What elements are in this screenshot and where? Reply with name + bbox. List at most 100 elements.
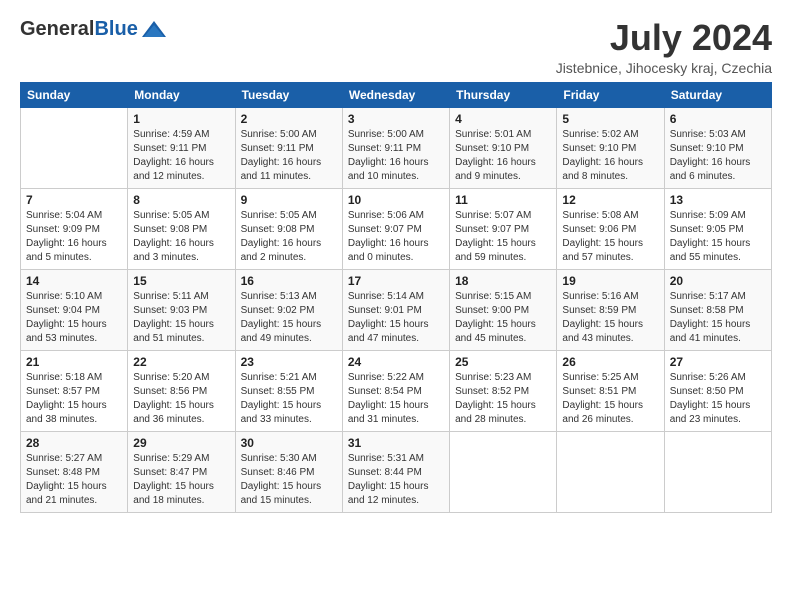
day-info: Sunrise: 5:15 AM Sunset: 9:00 PM Dayligh… [455, 290, 551, 346]
day-info: Sunrise: 5:29 AM Sunset: 8:47 PM Dayligh… [133, 452, 229, 508]
day-info: Sunrise: 5:08 AM Sunset: 9:06 PM Dayligh… [562, 209, 658, 265]
day-number: 21 [26, 355, 122, 369]
calendar-day-header: Sunday [21, 82, 128, 107]
day-info: Sunrise: 5:30 AM Sunset: 8:46 PM Dayligh… [241, 452, 337, 508]
day-info: Sunrise: 5:07 AM Sunset: 9:07 PM Dayligh… [455, 209, 551, 265]
day-number: 22 [133, 355, 229, 369]
day-number: 17 [348, 274, 444, 288]
calendar-cell: 6 Sunrise: 5:03 AM Sunset: 9:10 PM Daylig… [664, 107, 771, 188]
day-info: Sunrise: 5:14 AM Sunset: 9:01 PM Dayligh… [348, 290, 444, 346]
logo: GeneralBlue [20, 18, 168, 41]
day-info: Sunrise: 5:17 AM Sunset: 8:58 PM Dayligh… [670, 290, 766, 346]
calendar-cell: 22Sunrise: 5:20 AM Sunset: 8:56 PM Dayli… [128, 350, 235, 431]
day-info: Sunrise: 5:05 AM Sunset: 9:08 PM Dayligh… [133, 209, 229, 265]
location: Jistebnice, Jihocesky kraj, Czechia [556, 60, 772, 76]
day-number: 24 [348, 355, 444, 369]
title-block: July 2024 Jistebnice, Jihocesky kraj, Cz… [556, 18, 772, 76]
calendar-cell: 4 Sunrise: 5:01 AM Sunset: 9:10 PM Daylig… [450, 107, 557, 188]
day-info: Sunrise: 5:09 AM Sunset: 9:05 PM Dayligh… [670, 209, 766, 265]
day-info: Sunrise: 5:13 AM Sunset: 9:02 PM Dayligh… [241, 290, 337, 346]
calendar-week-row: 28 Sunrise: 5:27 AM Sunset: 8:48 PM Dayli… [21, 431, 772, 512]
calendar-week-row: 7 Sunrise: 5:04 AM Sunset: 9:09 PM Daylig… [21, 188, 772, 269]
day-info: Sunrise: 5:10 AM Sunset: 9:04 PM Dayligh… [26, 290, 122, 346]
day-number: 14 [26, 274, 122, 288]
calendar-cell: 27 Sunrise: 5:26 AM Sunset: 8:50 PM Dayli… [664, 350, 771, 431]
calendar-day-header: Monday [128, 82, 235, 107]
calendar-cell: 14 Sunrise: 5:10 AM Sunset: 9:04 PM Dayli… [21, 269, 128, 350]
calendar-cell: 1 Sunrise: 4:59 AM Sunset: 9:11 PM Daylig… [128, 107, 235, 188]
calendar-cell: 15 Sunrise: 5:11 AM Sunset: 9:03 PM Dayli… [128, 269, 235, 350]
calendar-day-header: Tuesday [235, 82, 342, 107]
day-number: 5 [562, 112, 658, 126]
day-number: 7 [26, 193, 122, 207]
day-number: 3 [348, 112, 444, 126]
calendar-cell: 21 Sunrise: 5:18 AM Sunset: 8:57 PM Dayli… [21, 350, 128, 431]
day-number: 28 [26, 436, 122, 450]
day-info: Sunrise: 5:21 AM Sunset: 8:55 PM Dayligh… [241, 371, 337, 427]
calendar-header-row: SundayMondayTuesdayWednesdayThursdayFrid… [21, 82, 772, 107]
calendar-cell: 3 Sunrise: 5:00 AM Sunset: 9:11 PM Daylig… [342, 107, 449, 188]
day-number: 30 [241, 436, 337, 450]
calendar-cell: 12 Sunrise: 5:08 AM Sunset: 9:06 PM Dayli… [557, 188, 664, 269]
day-info: Sunrise: 5:00 AM Sunset: 9:11 PM Dayligh… [348, 128, 444, 184]
day-number: 23 [241, 355, 337, 369]
day-info: Sunrise: 5:00 AM Sunset: 9:11 PM Dayligh… [241, 128, 337, 184]
calendar-cell: 10 Sunrise: 5:06 AM Sunset: 9:07 PM Dayli… [342, 188, 449, 269]
calendar-cell: 29Sunrise: 5:29 AM Sunset: 8:47 PM Dayli… [128, 431, 235, 512]
logo-icon [140, 19, 168, 41]
calendar-cell: 16 Sunrise: 5:13 AM Sunset: 9:02 PM Dayli… [235, 269, 342, 350]
day-number: 15 [133, 274, 229, 288]
day-info: Sunrise: 5:03 AM Sunset: 9:10 PM Dayligh… [670, 128, 766, 184]
day-number: 27 [670, 355, 766, 369]
day-info: Sunrise: 5:26 AM Sunset: 8:50 PM Dayligh… [670, 371, 766, 427]
day-number: 16 [241, 274, 337, 288]
day-number: 20 [670, 274, 766, 288]
day-number: 13 [670, 193, 766, 207]
calendar-cell: 19Sunrise: 5:16 AM Sunset: 8:59 PM Dayli… [557, 269, 664, 350]
day-info: Sunrise: 5:11 AM Sunset: 9:03 PM Dayligh… [133, 290, 229, 346]
calendar-day-header: Wednesday [342, 82, 449, 107]
month-title: July 2024 [556, 18, 772, 58]
day-info: Sunrise: 5:02 AM Sunset: 9:10 PM Dayligh… [562, 128, 658, 184]
day-info: Sunrise: 5:18 AM Sunset: 8:57 PM Dayligh… [26, 371, 122, 427]
calendar-cell: 25 Sunrise: 5:23 AM Sunset: 8:52 PM Dayli… [450, 350, 557, 431]
calendar-week-row: 1 Sunrise: 4:59 AM Sunset: 9:11 PM Daylig… [21, 107, 772, 188]
calendar-cell: 30 Sunrise: 5:30 AM Sunset: 8:46 PM Dayli… [235, 431, 342, 512]
calendar-cell: 26 Sunrise: 5:25 AM Sunset: 8:51 PM Dayli… [557, 350, 664, 431]
day-number: 26 [562, 355, 658, 369]
calendar-week-row: 21 Sunrise: 5:18 AM Sunset: 8:57 PM Dayli… [21, 350, 772, 431]
day-number: 10 [348, 193, 444, 207]
calendar-day-header: Thursday [450, 82, 557, 107]
day-number: 9 [241, 193, 337, 207]
calendar-week-row: 14 Sunrise: 5:10 AM Sunset: 9:04 PM Dayli… [21, 269, 772, 350]
day-number: 25 [455, 355, 551, 369]
calendar-cell: 8Sunrise: 5:05 AM Sunset: 9:08 PM Daylig… [128, 188, 235, 269]
day-info: Sunrise: 5:01 AM Sunset: 9:10 PM Dayligh… [455, 128, 551, 184]
day-info: Sunrise: 5:27 AM Sunset: 8:48 PM Dayligh… [26, 452, 122, 508]
calendar-cell: 5 Sunrise: 5:02 AM Sunset: 9:10 PM Daylig… [557, 107, 664, 188]
day-info: Sunrise: 5:22 AM Sunset: 8:54 PM Dayligh… [348, 371, 444, 427]
day-info: Sunrise: 5:16 AM Sunset: 8:59 PM Dayligh… [562, 290, 658, 346]
day-info: Sunrise: 4:59 AM Sunset: 9:11 PM Dayligh… [133, 128, 229, 184]
calendar-cell: 23 Sunrise: 5:21 AM Sunset: 8:55 PM Dayli… [235, 350, 342, 431]
day-info: Sunrise: 5:23 AM Sunset: 8:52 PM Dayligh… [455, 371, 551, 427]
calendar-cell: 24 Sunrise: 5:22 AM Sunset: 8:54 PM Dayli… [342, 350, 449, 431]
calendar-cell: 11Sunrise: 5:07 AM Sunset: 9:07 PM Dayli… [450, 188, 557, 269]
calendar-cell [664, 431, 771, 512]
day-number: 4 [455, 112, 551, 126]
day-info: Sunrise: 5:04 AM Sunset: 9:09 PM Dayligh… [26, 209, 122, 265]
day-info: Sunrise: 5:25 AM Sunset: 8:51 PM Dayligh… [562, 371, 658, 427]
calendar-table: SundayMondayTuesdayWednesdayThursdayFrid… [20, 82, 772, 513]
logo-general: GeneralBlue [20, 18, 138, 41]
day-number: 1 [133, 112, 229, 126]
day-number: 6 [670, 112, 766, 126]
calendar-day-header: Friday [557, 82, 664, 107]
calendar-cell: 2 Sunrise: 5:00 AM Sunset: 9:11 PM Daylig… [235, 107, 342, 188]
calendar-cell: 7 Sunrise: 5:04 AM Sunset: 9:09 PM Daylig… [21, 188, 128, 269]
day-number: 31 [348, 436, 444, 450]
day-info: Sunrise: 5:06 AM Sunset: 9:07 PM Dayligh… [348, 209, 444, 265]
calendar-cell [21, 107, 128, 188]
day-info: Sunrise: 5:05 AM Sunset: 9:08 PM Dayligh… [241, 209, 337, 265]
day-number: 12 [562, 193, 658, 207]
day-number: 2 [241, 112, 337, 126]
